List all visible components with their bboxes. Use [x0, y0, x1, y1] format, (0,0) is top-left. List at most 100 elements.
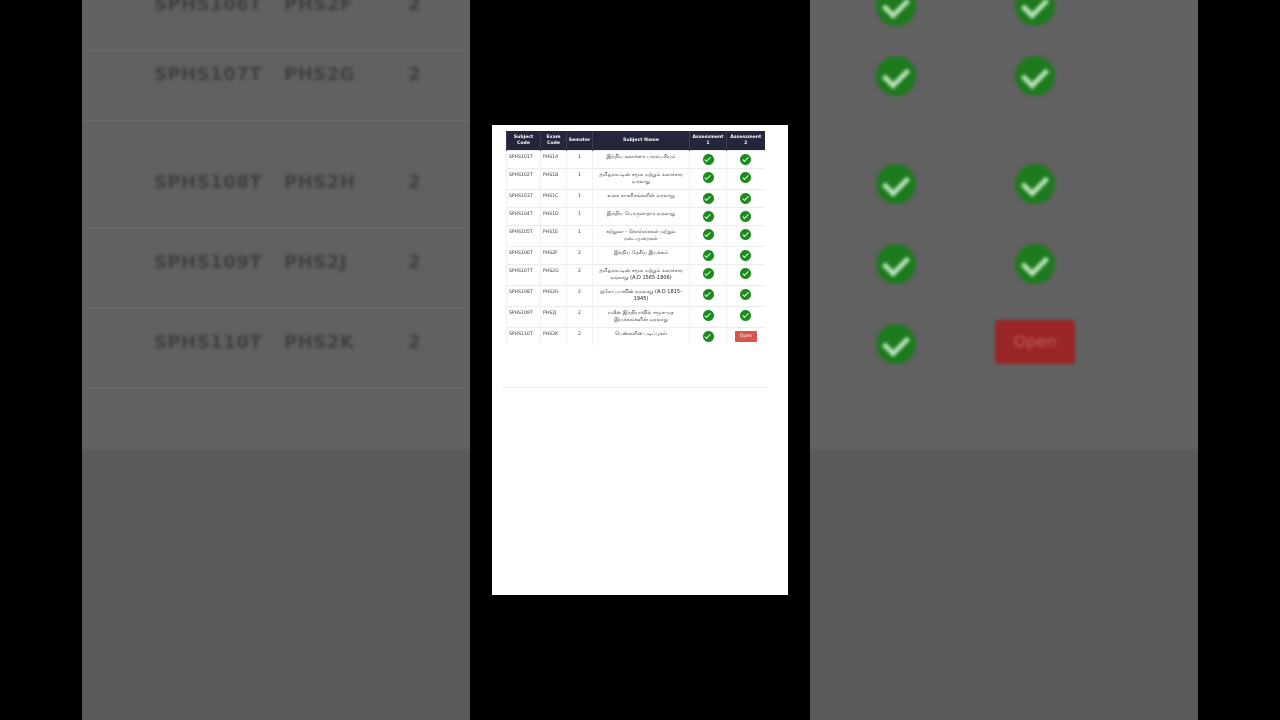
background-row: [82, 238, 470, 309]
cell-assessment-2: [726, 285, 765, 307]
table-row: SPHS108T PHS2H 2 ஐரோப்பாவின் வரலாறு (A.D 18…: [506, 285, 765, 307]
background-cell-code: SPHS110T: [154, 332, 263, 353]
cell-semester: 1: [566, 225, 593, 247]
cell-exam-code: PHS1A: [540, 150, 567, 169]
cell-subject-name: தமிழ்நாட்டின் சமூக மற்றும் கலாச்சார வரலா…: [592, 264, 690, 286]
cell-assessment-2: [726, 150, 765, 169]
cell-assessment-2: [726, 168, 765, 190]
background-cell-code: SPHS106T: [154, 0, 263, 15]
check-circle-icon: [740, 250, 752, 261]
background-cell-code: SPHS107T: [154, 64, 263, 85]
cell-assessment-1: [689, 168, 727, 190]
cell-semester: 2: [566, 327, 593, 345]
cell-assessment-1: [689, 285, 727, 307]
cell-exam-code: PHS2J: [540, 306, 567, 328]
table-row: SPHS106T PHS2F 2 இந்திய தேசிய இயக்கம்: [506, 246, 765, 265]
cell-assessment-2: [726, 225, 765, 247]
check-circle-icon: [876, 244, 916, 284]
cell-assessment-1: [689, 189, 727, 208]
cell-semester: 1: [566, 168, 593, 190]
table-row: SPHS110T PHS2K 2 பெண்களின் படிப்புகள் Open: [506, 327, 765, 345]
check-circle-icon: [740, 310, 752, 321]
check-circle-icon: [702, 250, 714, 261]
table-row: SPHS105T PHS1E 1 சுற்றுலா - கொள்கைகள் மற்று…: [506, 225, 765, 247]
cell-subject-name: சுற்றுலா - கொள்கைகள் மற்றும் நடைமுறைகள்: [592, 225, 690, 247]
check-circle-icon: [1015, 244, 1055, 284]
check-circle-icon: [876, 324, 916, 364]
cell-subject-code: SPHS102T: [506, 168, 541, 190]
background-cell-code: SPHS109T: [154, 252, 263, 273]
check-circle-icon: [702, 172, 714, 183]
cell-assessment-1: [689, 225, 727, 247]
check-circle-icon: [1015, 56, 1055, 96]
check-circle-icon: [876, 164, 916, 204]
header-assessment-1: Assessment 1: [689, 131, 727, 151]
background-row: [82, 50, 470, 121]
background-cell-sem: 2: [408, 64, 422, 85]
background-cell-sem: 2: [408, 252, 422, 273]
cell-exam-code: PHS2H: [540, 285, 567, 307]
assessment-card: Subject Code Exam Code Semster Subject N…: [492, 125, 788, 595]
check-circle-icon: [702, 289, 714, 300]
assessment-table: Subject Code Exam Code Semster Subject N…: [506, 131, 765, 345]
cell-exam-code: PHS1C: [540, 189, 567, 208]
check-circle-icon: [702, 331, 714, 342]
cell-assessment-2: [726, 246, 765, 265]
background-cell-code: SPHS108T: [154, 172, 263, 193]
cell-exam-code: PHS1B: [540, 168, 567, 190]
cell-subject-code: SPHS101T: [506, 150, 541, 169]
check-circle-icon: [702, 154, 714, 165]
cell-semester: 2: [566, 246, 593, 265]
background-left-panel: SPHS106T PHS2F 2 SPHS107T PHS2G 2 SPHS108T PHS2…: [82, 0, 470, 720]
cell-subject-code: SPHS110T: [506, 327, 541, 345]
background-cell-sem: 2: [408, 332, 422, 353]
cell-assessment-2: [726, 306, 765, 328]
cell-subject-code: SPHS109T: [506, 306, 541, 328]
check-circle-icon: [1015, 164, 1055, 204]
background-cell-exam: PHS2K: [284, 332, 355, 353]
table-row: SPHS109T PHS2J 2 நவீன இந்தியாவில் சமூக-மத இ…: [506, 306, 765, 328]
cell-assessment-1: [689, 246, 727, 265]
background-cell-sem: 2: [408, 172, 422, 193]
cell-semester: 2: [566, 306, 593, 328]
check-circle-icon: [740, 193, 752, 204]
cell-semester: 2: [566, 264, 593, 286]
check-circle-icon: [740, 268, 752, 279]
cell-subject-code: SPHS108T: [506, 285, 541, 307]
table-row: SPHS101T PHS1A 1 இந்திய கலாச்சார பாரம்பரியம…: [506, 150, 765, 169]
cell-exam-code: PHS1E: [540, 225, 567, 247]
background-cell-exam: PHS2J: [284, 252, 347, 273]
cell-assessment-2: [726, 207, 765, 226]
cell-subject-name: பெண்களின் படிப்புகள்: [592, 327, 690, 345]
cell-semester: 1: [566, 150, 593, 169]
header-subject-name: Subject Name: [592, 131, 690, 151]
header-exam-code: Exam Code: [540, 131, 567, 151]
check-circle-icon: [702, 211, 714, 222]
background-cell-sem: 2: [408, 0, 422, 15]
cell-subject-name: இந்திய கலாச்சார பாரம்பரியம்: [592, 150, 690, 169]
cell-semester: 1: [566, 189, 593, 208]
cell-assessment-1: [689, 306, 727, 328]
open-assessment-button[interactable]: Open: [734, 331, 757, 342]
card-divider: [502, 387, 768, 388]
table-row: SPHS103T PHS1C 1 உலக நாகரிகங்களின் வரலாறு: [506, 189, 765, 208]
cell-subject-name: உலக நாகரிகங்களின் வரலாறு: [592, 189, 690, 208]
check-circle-icon: [702, 268, 714, 279]
cell-assessment-1: [689, 264, 727, 286]
table-body: SPHS101T PHS1A 1 இந்திய கலாச்சார பாரம்பரியம…: [506, 150, 765, 345]
check-circle-icon: [702, 310, 714, 321]
cell-exam-code: PHS2K: [540, 327, 567, 345]
cell-assessment-2: [726, 264, 765, 286]
background-row: [82, 318, 470, 389]
background-right-panel: Open: [810, 0, 1198, 720]
cell-exam-code: PHS2G: [540, 264, 567, 286]
background-row: [82, 158, 470, 229]
background-cell-exam: PHS2H: [284, 172, 356, 193]
cell-assessment-2: Open: [726, 327, 765, 345]
cell-subject-code: SPHS107T: [506, 264, 541, 286]
check-circle-icon: [740, 211, 752, 222]
cell-subject-code: SPHS106T: [506, 246, 541, 265]
table-header-row: Subject Code Exam Code Semster Subject N…: [506, 131, 765, 151]
cell-exam-code: PHS2F: [540, 246, 567, 265]
check-circle-icon: [740, 154, 752, 165]
